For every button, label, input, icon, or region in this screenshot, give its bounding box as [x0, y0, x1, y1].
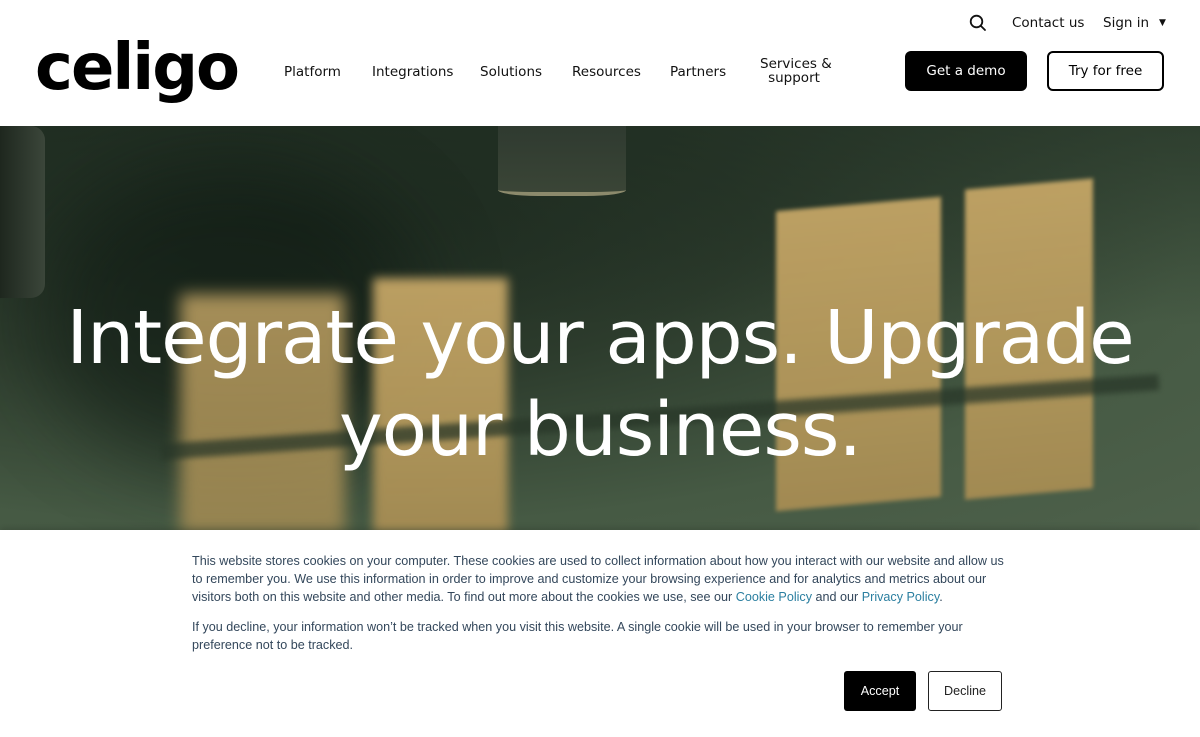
hero-ceiling-lamp	[498, 126, 626, 196]
caret-down-icon: ▼	[1159, 18, 1166, 28]
celigo-logo[interactable]: celigo	[35, 28, 240, 108]
hero-section: Integrate your apps. Upgrade your busine…	[0, 126, 1200, 532]
nav-resources[interactable]: Resources	[572, 64, 641, 80]
cookie-decline-notice: If you decline, your information won’t b…	[192, 620, 963, 652]
cookie-text-part: .	[939, 590, 943, 604]
nav-services-support[interactable]: Services & support	[760, 56, 832, 86]
nav-solutions[interactable]: Solutions	[480, 64, 542, 80]
decline-cookies-button[interactable]: Decline	[928, 671, 1002, 711]
sign-in-dropdown[interactable]: Sign in ▼	[1103, 12, 1166, 34]
contact-us-link[interactable]: Contact us	[1012, 12, 1084, 34]
search-icon[interactable]	[969, 14, 987, 32]
hero-headline: Integrate your apps. Upgrade your busine…	[0, 292, 1200, 476]
hero-headline-line2: your business.	[339, 387, 862, 473]
cookie-consent-banner: This website stores cookies on your comp…	[0, 530, 1200, 737]
site-header: celigo Platform Integrations Solutions R…	[0, 0, 1200, 126]
get-a-demo-button[interactable]: Get a demo	[905, 51, 1027, 91]
nav-services-line2: support	[768, 70, 820, 86]
nav-platform[interactable]: Platform	[284, 64, 341, 80]
hero-camera-object	[0, 126, 45, 298]
hero-headline-line1: Integrate your apps. Upgrade	[66, 295, 1134, 381]
sign-in-label: Sign in	[1103, 15, 1150, 31]
nav-integrations[interactable]: Integrations	[372, 64, 453, 80]
cookie-text-part: and our	[812, 590, 862, 604]
nav-services-line1: Services &	[760, 56, 832, 72]
try-for-free-button[interactable]: Try for free	[1047, 51, 1164, 91]
accept-cookies-button[interactable]: Accept	[844, 671, 916, 711]
cookie-notice-text: This website stores cookies on your comp…	[192, 552, 1008, 606]
nav-partners[interactable]: Partners	[670, 64, 726, 80]
cookie-policy-link[interactable]: Cookie Policy	[736, 590, 812, 604]
privacy-policy-link[interactable]: Privacy Policy	[862, 590, 939, 604]
